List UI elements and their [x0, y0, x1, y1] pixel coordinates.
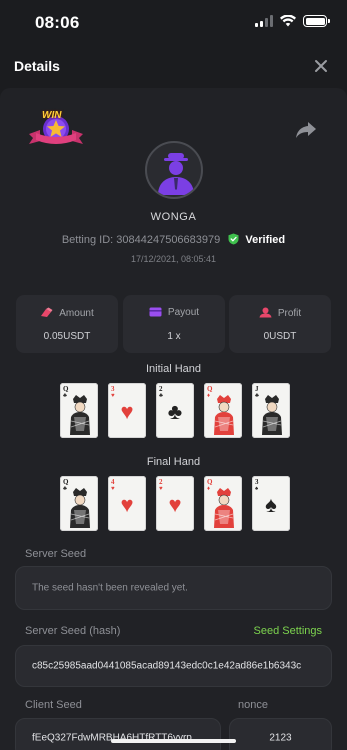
final-hand-card: Q ♣ — [60, 476, 98, 531]
initial-hand-card: 2 ♣ ♣ — [156, 383, 194, 438]
profit-stat: Profit 0USDT — [229, 295, 331, 353]
verified-shield-icon — [228, 233, 239, 245]
payout-stat: Payout 1 x — [123, 295, 225, 353]
nonce-value: 2123 — [269, 732, 292, 744]
avatar — [145, 141, 203, 199]
payout-label: Payout — [167, 307, 200, 318]
initial-hand-card: Q ♣ — [60, 383, 98, 438]
card-center-suit: ♣ — [167, 399, 183, 424]
card-rank: 2 — [159, 478, 163, 486]
client-seed-label: Client Seed — [25, 699, 82, 711]
card-rank: 2 — [159, 385, 163, 393]
initial-hand-title: Initial Hand — [145, 363, 202, 375]
status-bar: 08:06 — [0, 0, 347, 44]
seed-settings-link[interactable]: Seed Settings — [254, 625, 323, 637]
status-time: 08:06 — [35, 13, 80, 32]
final-hand: Q ♣ 4 ♥ ♥ 2 ♥ ♥ Q ♦ 3 ♠ ♠ — [60, 476, 290, 531]
home-indicator[interactable] — [111, 739, 236, 743]
details-header: Details — [0, 44, 347, 88]
final-hand-card: Q ♦ — [204, 476, 242, 531]
card-center-suit: ♠ — [265, 492, 277, 517]
card-suit-pip: ♥ — [111, 486, 115, 492]
profit-icon — [259, 307, 272, 318]
server-seed-label: Server Seed — [25, 548, 87, 560]
card-rank: 3 — [255, 478, 259, 486]
betting-id: Betting ID: 30844247506683979 — [61, 234, 221, 246]
nonce-field: 2123 — [229, 718, 332, 750]
profit-label: Profit — [277, 308, 302, 319]
bet-timestamp: 17/12/2021, 08:05:41 — [130, 254, 217, 264]
card-center-suit: ♥ — [168, 492, 182, 517]
face-card-figure-icon — [262, 395, 282, 435]
initial-hand: Q ♣ 3 ♥ ♥ 2 ♣ ♣ Q ♦ J ♣ — [60, 383, 290, 438]
server-seed-hash-value: c85c25985aad0441085acad89143edc0c1e42ad8… — [32, 660, 302, 672]
close-button[interactable] — [311, 56, 331, 76]
wifi-icon — [280, 15, 296, 27]
profit-value: 0USDT — [263, 331, 297, 342]
amount-label: Amount — [59, 308, 94, 319]
payout-value: 1 x — [167, 331, 181, 342]
card-suit-pip: ♥ — [159, 486, 163, 492]
client-seed-field[interactable]: fEeQ327FdwMRBHA6HTfRTT6yyrp — [15, 718, 221, 750]
card-suit-pip: ♠ — [255, 486, 259, 492]
share-button[interactable] — [295, 120, 317, 140]
final-hand-card: 3 ♠ ♠ — [252, 476, 290, 531]
initial-hand-card: Q ♦ — [204, 383, 242, 438]
amount-value: 0.05USDT — [43, 331, 91, 342]
server-seed-hash-field[interactable]: c85c25985aad0441085acad89143edc0c1e42ad8… — [15, 645, 332, 687]
final-hand-title: Final Hand — [146, 456, 201, 468]
share-icon — [296, 122, 316, 138]
final-hand-card: 4 ♥ ♥ — [108, 476, 146, 531]
server-seed-field: The seed hasn't been revealed yet. — [15, 566, 332, 610]
wallet-icon — [149, 307, 162, 317]
face-card-figure-icon — [70, 395, 90, 435]
coin-icon — [41, 307, 53, 317]
player-name: WONGA — [150, 211, 197, 223]
server-seed-hash-label: Server Seed (hash) — [25, 625, 121, 637]
verified-label: Verified — [245, 234, 286, 246]
card-center-suit: ♥ — [120, 399, 134, 424]
close-icon — [315, 60, 327, 72]
page-title: Details — [14, 58, 60, 74]
face-card-figure-icon — [214, 395, 234, 435]
cellular-signal-icon — [255, 15, 273, 27]
card-rank: 4 — [111, 478, 115, 486]
initial-hand-card: J ♣ — [252, 383, 290, 438]
card-rank: 3 — [111, 385, 115, 393]
initial-hand-card: 3 ♥ ♥ — [108, 383, 146, 438]
status-icons — [255, 15, 330, 27]
amount-stat: Amount 0.05USDT — [16, 295, 118, 353]
card-center-suit: ♥ — [120, 492, 134, 517]
battery-icon — [303, 15, 330, 27]
betting-id-row: Betting ID: 30844247506683979 Verified — [0, 233, 347, 246]
card-suit-pip: ♣ — [159, 393, 163, 399]
face-card-figure-icon — [70, 488, 90, 528]
nonce-label: nonce — [238, 699, 268, 711]
final-hand-card: 2 ♥ ♥ — [156, 476, 194, 531]
win-badge-text: WIN — [42, 110, 62, 121]
win-badge: WIN — [26, 108, 86, 152]
server-seed-value: The seed hasn't been revealed yet. — [32, 582, 188, 594]
face-card-figure-icon — [214, 488, 234, 528]
card-suit-pip: ♥ — [111, 393, 115, 399]
